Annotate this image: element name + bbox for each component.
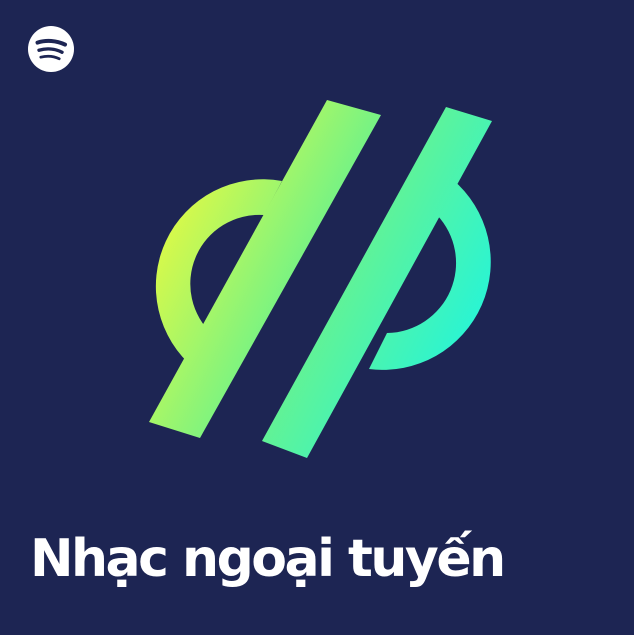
playlist-title: Nhạc ngoại tuyến	[30, 529, 506, 589]
playlist-cover: Nhạc ngoại tuyến	[0, 0, 634, 635]
